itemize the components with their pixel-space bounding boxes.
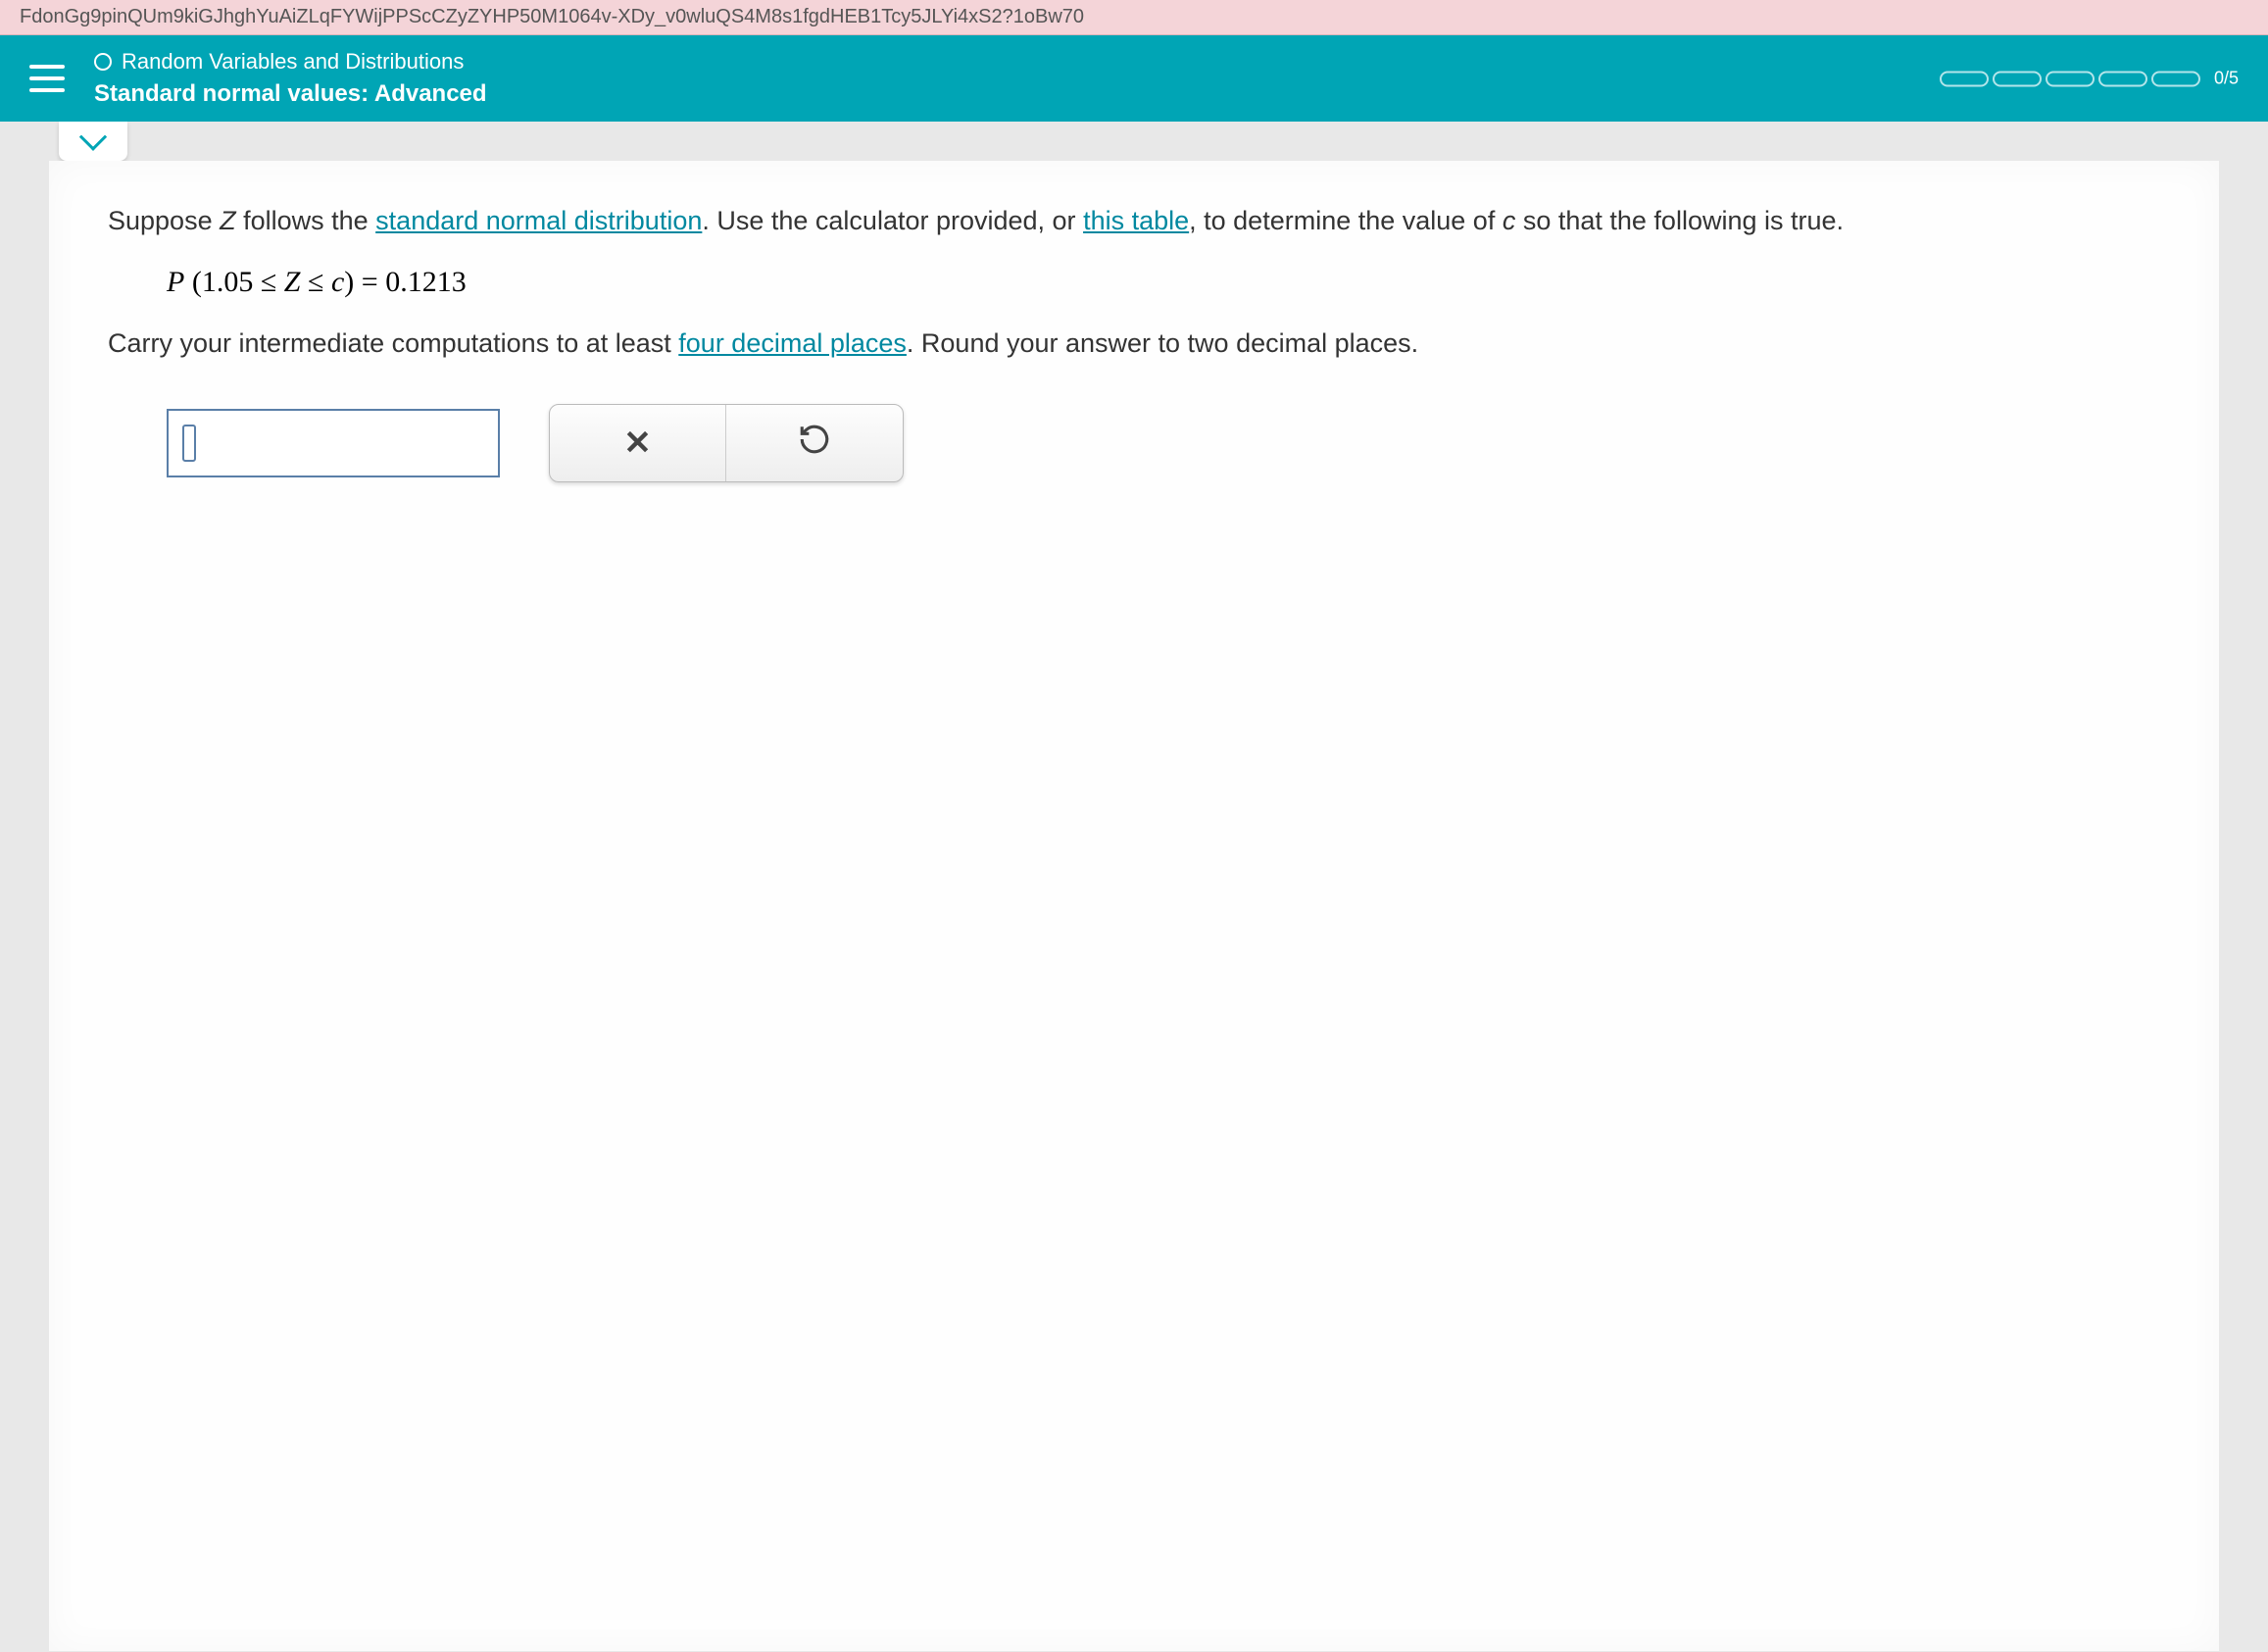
breadcrumb-circle-icon bbox=[94, 53, 112, 71]
this-table-link[interactable]: this table bbox=[1083, 206, 1189, 235]
menu-icon[interactable] bbox=[29, 65, 65, 92]
standard-normal-link[interactable]: standard normal distribution bbox=[375, 206, 702, 235]
problem-statement: Suppose Z follows the standard normal di… bbox=[108, 200, 2160, 242]
progress-label: 0/5 bbox=[2214, 69, 2239, 89]
instruction-text: Carry your intermediate computations to … bbox=[108, 323, 2160, 365]
progress-indicator: 0/5 bbox=[1940, 69, 2239, 89]
breadcrumb[interactable]: Random Variables and Distributions bbox=[94, 49, 487, 75]
answer-input[interactable] bbox=[167, 409, 500, 477]
clear-button[interactable]: ✕ bbox=[550, 405, 726, 481]
problem-content: Suppose Z follows the standard normal di… bbox=[49, 161, 2219, 1651]
breadcrumb-text: Random Variables and Distributions bbox=[122, 49, 464, 75]
header-titles: Random Variables and Distributions Stand… bbox=[94, 49, 487, 108]
page-title: Standard normal values: Advanced bbox=[94, 80, 487, 108]
url-bar: FdonGg9pinQUm9kiGJhghYuAiZLqFYWijPPScCZy… bbox=[0, 0, 2268, 35]
collapse-toggle[interactable] bbox=[59, 122, 127, 161]
x-icon: ✕ bbox=[623, 424, 652, 463]
answer-row: ✕ bbox=[167, 404, 2160, 482]
chevron-down-icon bbox=[79, 124, 107, 151]
four-decimal-link[interactable]: four decimal places bbox=[678, 328, 907, 358]
undo-button[interactable] bbox=[726, 405, 903, 481]
tool-buttons: ✕ bbox=[549, 404, 904, 482]
undo-icon bbox=[798, 423, 831, 464]
progress-segments bbox=[1940, 71, 2200, 86]
lesson-header: Random Variables and Distributions Stand… bbox=[0, 35, 2268, 122]
text-cursor-icon bbox=[182, 425, 196, 462]
equation: P (1.05 ≤ Z ≤ c) = 0.1213 bbox=[167, 266, 2160, 299]
